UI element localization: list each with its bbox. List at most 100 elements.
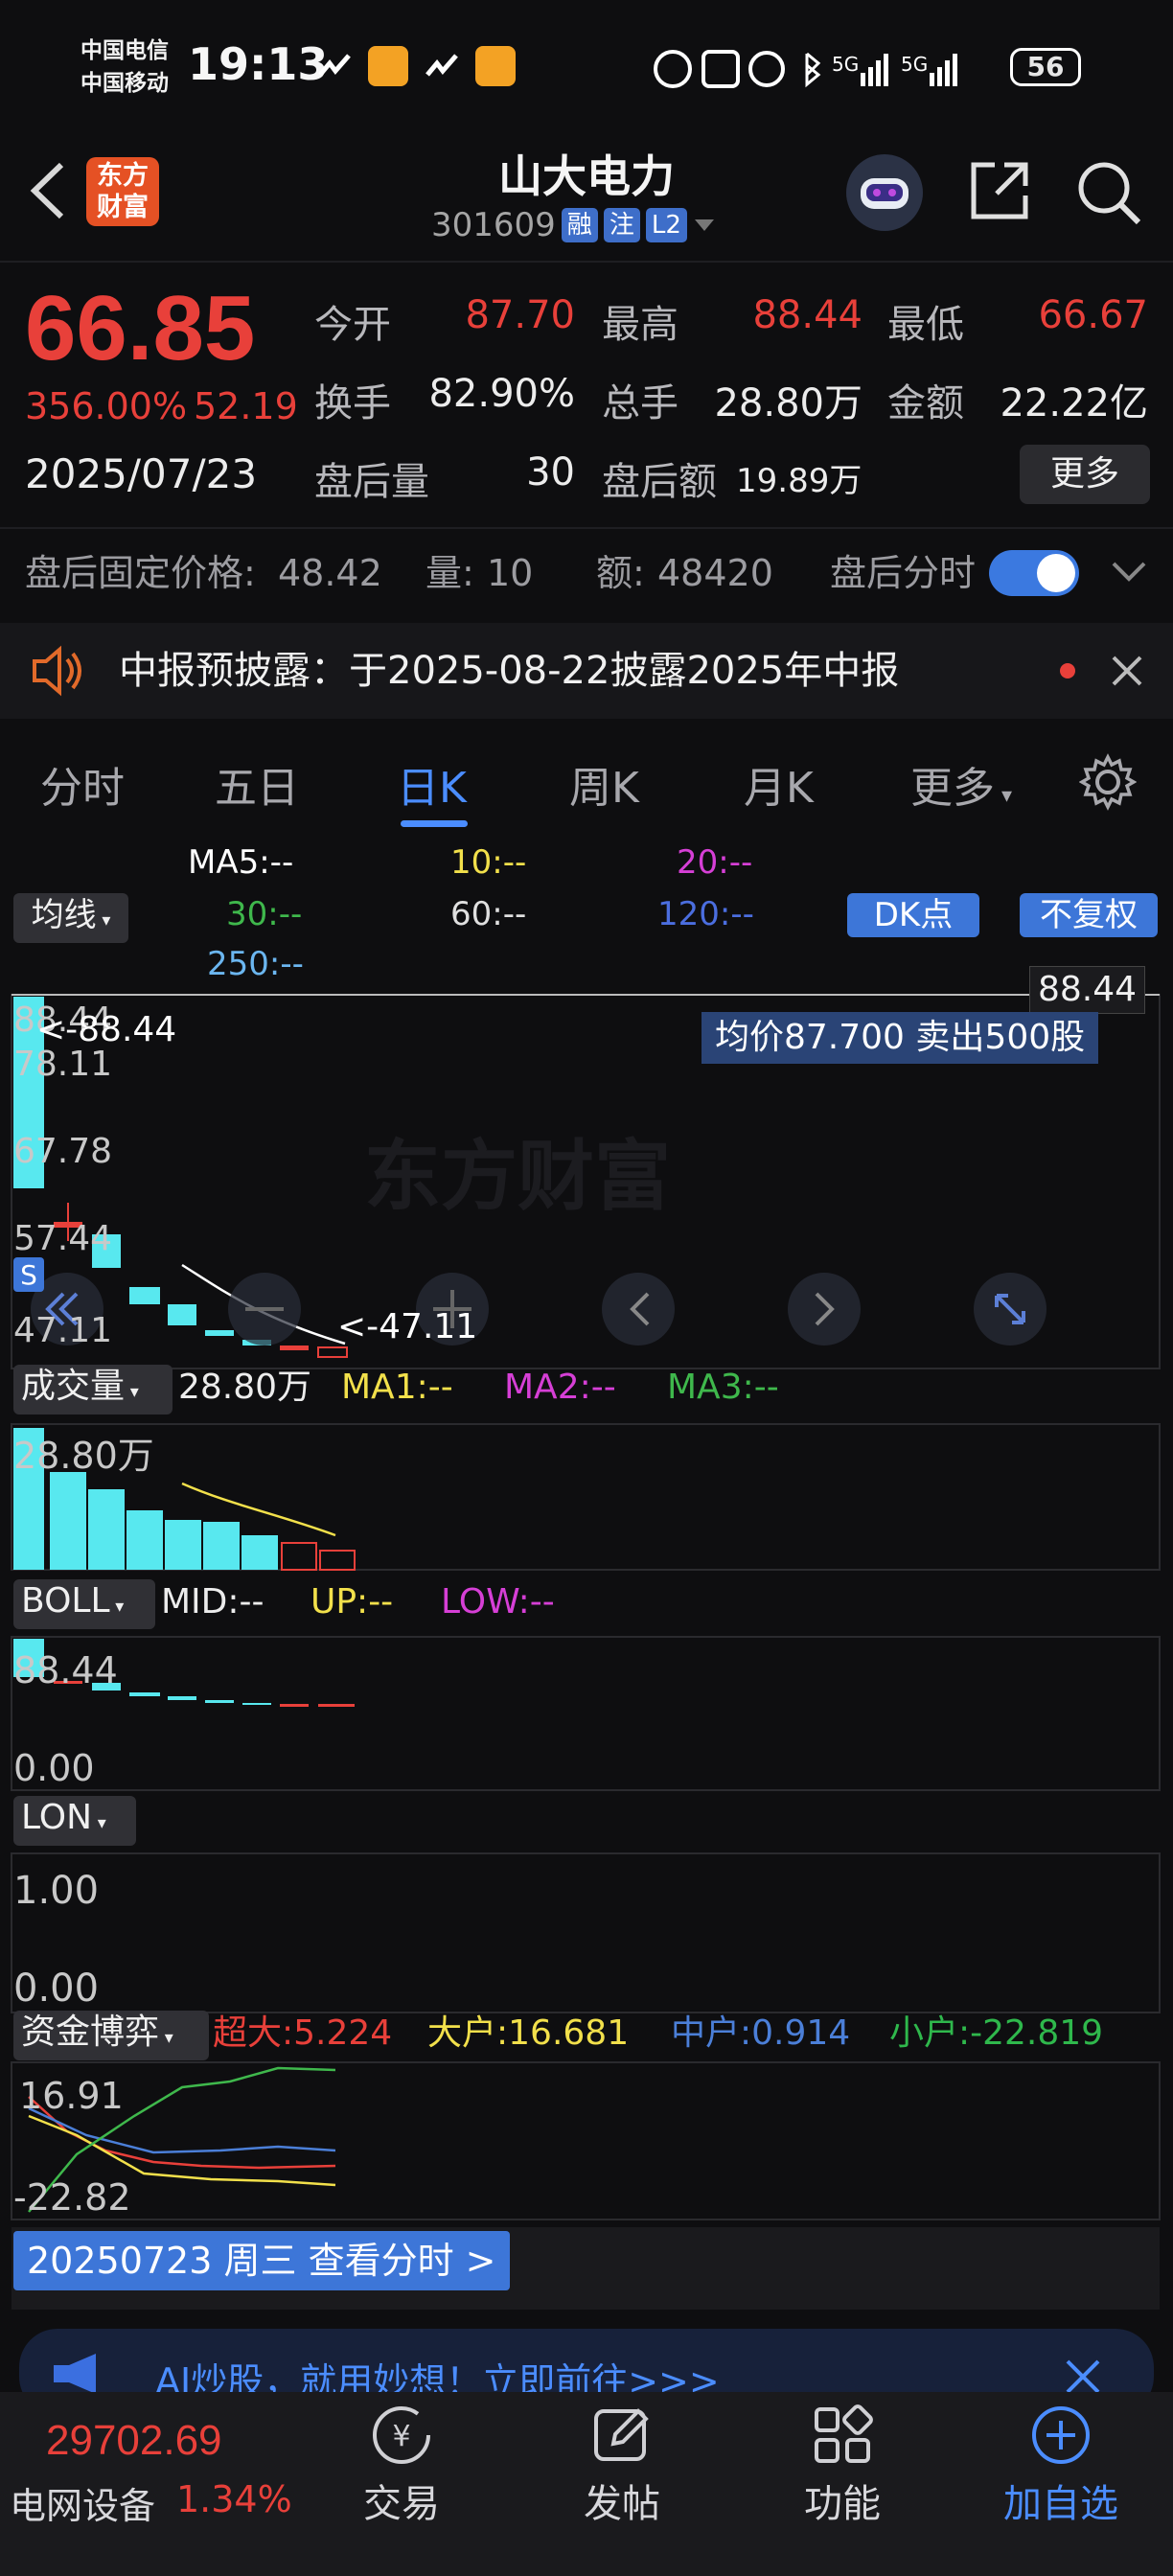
open-label: 今开 [314,303,391,347]
unread-dot [1060,663,1075,678]
badge-registered: 注 [603,208,640,242]
amt-label: 额: [596,552,645,594]
divider [0,527,1173,529]
badge-margin: 融 [561,208,598,242]
volume-bar [203,1522,240,1570]
gear-icon[interactable] [1079,753,1137,811]
stock-code-row[interactable]: 301609 融 注 L2 [431,206,716,244]
boll-chart[interactable]: 88.44 0.00 [0,1629,1173,1792]
high-value: 88.44 [752,293,862,337]
megaphone-icon [54,2354,96,2394]
trade-icon[interactable]: ¥ [368,2402,435,2469]
ah-amount-value: 19.89万 [736,462,862,500]
qty-label: 量: [426,552,474,594]
lon-axis-bottom: 0.00 [13,1966,99,2011]
indicator-select[interactable]: 均线 ▾ [13,893,128,943]
ah-amount-label: 盘后额 [602,460,717,504]
s-badge: S [20,1259,37,1291]
vol-ma3: MA3:-- [667,1368,779,1407]
fund-big: 大户:16.681 [427,2013,630,2053]
nav-post[interactable]: 发帖 [550,2472,694,2528]
boll-indicator-select[interactable]: BOLL ▾ [13,1579,155,1629]
more-button[interactable]: 更多 [1020,445,1150,504]
amount-label: 金额 [887,381,964,426]
low-marker: <-47.11 [337,1307,477,1346]
volume-bar [281,1542,317,1571]
high-label: 最高 [602,303,678,347]
ma10-label: 10:-- [450,843,527,882]
boll-up: UP:-- [310,1582,394,1622]
ma30-label: 30:-- [226,895,303,933]
nav-trade[interactable]: 交易 [330,2472,473,2528]
app-notif-icon-2 [426,54,458,77]
amount-value: 22.22亿 [1000,381,1148,426]
speaker-icon [33,645,81,697]
view-intraday-link[interactable]: 20250723 周三 查看分时 > [13,2231,510,2290]
candle [280,1346,309,1350]
fund-indicator-select[interactable]: 资金博弈 ▾ [13,2011,209,2060]
fund-super: 超大:5.224 [213,2013,393,2053]
candle [168,1304,196,1325]
weibo-icon-2 [475,46,516,86]
chevron-down-icon[interactable] [1110,558,1148,586]
share-icon[interactable] [966,157,1033,224]
top-price-label: 88.44 [1029,966,1146,1014]
dk-point-button[interactable]: DK点 [847,893,979,937]
index-value[interactable]: 29702.69 [46,2417,222,2465]
stock-code: 301609 [431,206,556,244]
tab-monthly-k[interactable]: 月K [744,753,814,815]
nav-add-watchlist[interactable]: 加自选 [989,2472,1133,2528]
lon-chart[interactable]: 1.00 0.00 [0,1844,1173,2014]
amt-value: 48420 [657,552,773,594]
status-icons: 5G 5G [654,50,957,88]
ah-volume-value: 30 [526,450,575,494]
tab-more[interactable]: 更多 ▾ [910,753,1012,815]
after-hours-toggle[interactable] [989,550,1079,596]
fund-chart[interactable]: 16.91 -22.82 [0,2058,1173,2221]
tab-daily-k[interactable]: 日K [397,753,467,815]
axis-tick: 78.11 [13,1045,112,1084]
boll-axis-bottom: 0.00 [13,1747,95,1789]
axis-tick: 47.11 [13,1311,112,1350]
fund-axis-top: 16.91 [19,2075,124,2117]
volume-value: 28.80万 [714,381,862,426]
badge-l2: L2 [645,208,687,242]
boll-mid: MID:-- [161,1582,264,1622]
notice-bar[interactable]: 中报预披露：于2025-08-22披露2025年中报 [0,623,1173,719]
search-icon[interactable] [1073,157,1144,228]
functions-icon[interactable] [809,2402,876,2469]
tab-weekly-k[interactable]: 周K [569,753,639,815]
quote-date: 2025/07/23 [25,450,258,497]
turnover-label: 换手 [314,381,391,426]
volume-label: 总手 [602,381,678,426]
add-watchlist-icon[interactable] [1027,2402,1094,2469]
no-adjust-button[interactable]: 不复权 [1020,893,1158,937]
lon-axis-top: 1.00 [13,1869,99,1913]
index-name[interactable]: 电网设备 [10,2476,155,2529]
tab-intraday[interactable]: 分时 [40,753,125,815]
candle [317,1346,348,1358]
lon-indicator-select[interactable]: LON ▾ [13,1796,136,1846]
volume-bar [126,1510,163,1570]
volume-value: 28.80万 [178,1368,312,1407]
trade-tooltip: 均价87.700 卖出500股 [702,1012,1099,1064]
ai-robot-icon[interactable] [843,151,926,234]
close-icon[interactable] [1108,652,1146,690]
high-marker: <-88.44 [36,1010,176,1049]
volume-indicator-select[interactable]: 成交量 ▾ [13,1365,172,1414]
open-value: 87.70 [465,293,575,337]
ma60-label: 60:-- [450,895,527,933]
notice-text: 中报预披露：于2025-08-22披露2025年中报 [119,649,900,693]
volume-bar [165,1520,201,1570]
divider [0,261,1173,263]
post-icon[interactable] [588,2402,656,2469]
carrier-1: 中国电信 [80,38,169,63]
battery-indicator: 56 [1010,48,1081,86]
volume-bar [242,1535,278,1570]
boll-axis-top: 88.44 [13,1649,118,1691]
period-tabs: 分时 五日 日K 周K 月K 更多 ▾ [0,728,1173,834]
index-pct: 1.34% [176,2478,292,2520]
tab-five-day[interactable]: 五日 [215,753,299,815]
volume-chart[interactable]: 28.80万 [0,1418,1173,1572]
nav-functions[interactable]: 功能 [770,2472,914,2528]
